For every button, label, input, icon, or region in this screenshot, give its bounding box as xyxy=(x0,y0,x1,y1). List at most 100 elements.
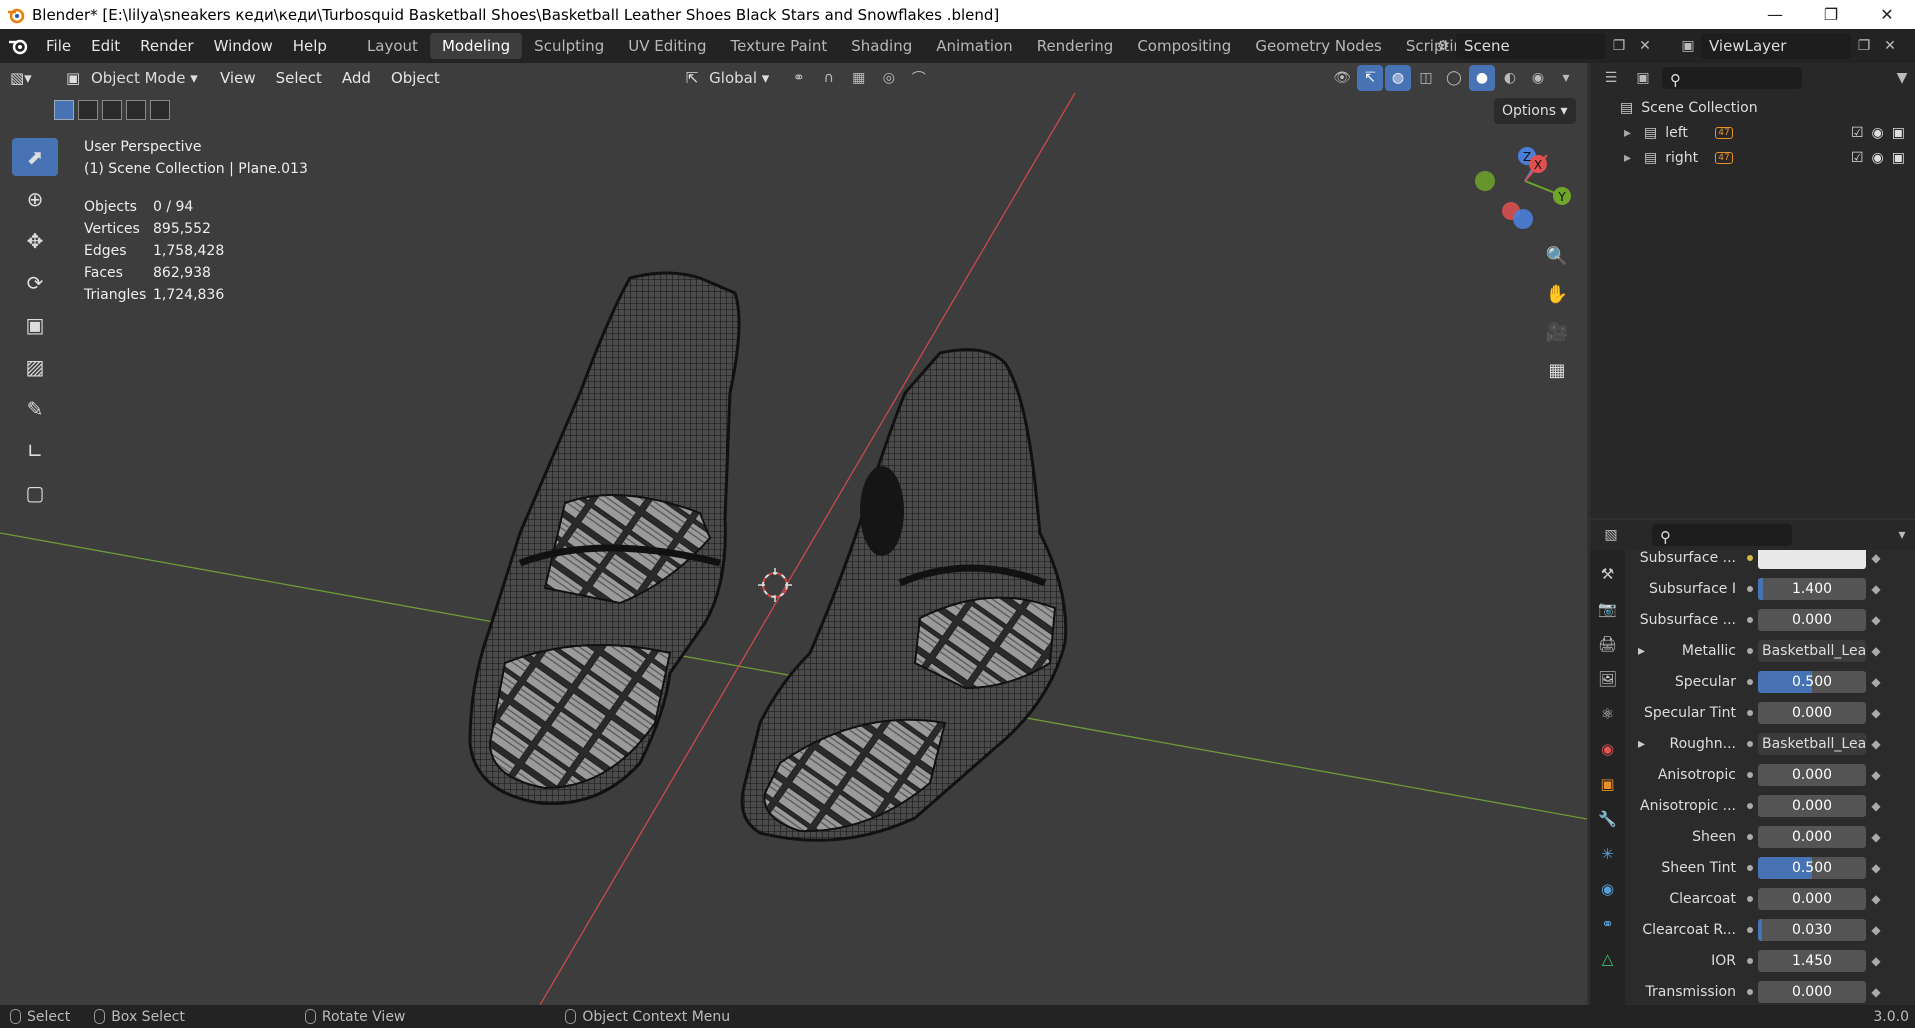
xray-icon[interactable]: ◫ xyxy=(1413,65,1439,91)
view-layer-tab-icon[interactable]: 🖼 xyxy=(1595,665,1621,693)
property-slider[interactable]: 0.030 xyxy=(1758,918,1866,941)
select-extend-icon[interactable] xyxy=(78,100,98,120)
display-mode-icon[interactable]: ▣ xyxy=(1630,65,1656,91)
annotate-tool-icon[interactable]: ✎ xyxy=(12,390,58,428)
keyframe-dot-icon[interactable] xyxy=(1742,864,1758,871)
particles-tab-icon[interactable]: ✳ xyxy=(1595,840,1621,868)
camera-icon[interactable]: ▣ xyxy=(1892,125,1905,141)
orientation-dropdown[interactable]: ⇱ Global ▾ xyxy=(686,69,782,87)
property-slider[interactable]: 0.000 xyxy=(1758,701,1866,724)
expand-arrow-icon[interactable]: ▸ xyxy=(1626,643,1645,659)
minimize-button[interactable]: — xyxy=(1747,0,1803,29)
eye-icon[interactable]: ◉ xyxy=(1872,150,1884,166)
scene-tab-icon[interactable]: ⚛ xyxy=(1595,700,1621,728)
eye-icon[interactable]: ◉ xyxy=(1872,125,1884,141)
keyframe-dot-icon[interactable] xyxy=(1742,895,1758,902)
animate-property-icon[interactable]: ◆ xyxy=(1866,892,1886,906)
outliner-item-left[interactable]: ▸ ▤ left 47 ☑ ◉ ▣ xyxy=(1590,120,1915,145)
left-shoe-mesh[interactable] xyxy=(468,271,741,805)
properties-search-input[interactable]: ⚲ xyxy=(1652,524,1792,546)
delete-scene-icon[interactable]: ✕ xyxy=(1632,33,1658,59)
tool-tab-icon[interactable]: ⚒ xyxy=(1595,560,1621,588)
scene-collection-row[interactable]: ▤ Scene Collection xyxy=(1590,95,1915,120)
scale-tool-icon[interactable]: ▣ xyxy=(12,306,58,344)
select-new-icon[interactable] xyxy=(54,100,74,120)
animate-property-icon[interactable]: ◆ xyxy=(1866,613,1886,627)
tab-rendering[interactable]: Rendering xyxy=(1025,33,1126,59)
shading-options-icon[interactable]: ▾ xyxy=(1553,65,1579,91)
render-tab-icon[interactable]: 📷 xyxy=(1595,595,1621,623)
keyframe-dot-icon[interactable] xyxy=(1742,988,1758,995)
editor-type-dropdown[interactable]: ▧▾ xyxy=(10,69,50,87)
add-cube-tool-icon[interactable]: ▢ xyxy=(12,474,58,512)
3d-viewport[interactable]: X Y Z ▧▾ ▣ Object Mode ▾ View Select Add Ob… xyxy=(0,63,1587,1005)
tab-texture-paint[interactable]: Texture Paint xyxy=(718,33,839,59)
options-dropdown[interactable]: Options ▾ xyxy=(1494,98,1576,124)
animate-property-icon[interactable]: ◆ xyxy=(1866,830,1886,844)
animate-property-icon[interactable]: ◆ xyxy=(1866,923,1886,937)
new-viewlayer-icon[interactable]: ❐ xyxy=(1851,33,1877,59)
viewport-menu-view[interactable]: View xyxy=(210,63,266,95)
visibility-icon[interactable]: 👁 xyxy=(1329,65,1355,91)
camera-view-icon[interactable]: 🎥 xyxy=(1542,318,1572,346)
animate-property-icon[interactable]: ◆ xyxy=(1866,799,1886,813)
overlay-toggle-icon[interactable]: ◍ xyxy=(1385,65,1411,91)
property-slider[interactable]: 1.450 xyxy=(1758,949,1866,972)
animate-property-icon[interactable]: ◆ xyxy=(1866,644,1886,658)
menu-file[interactable]: File xyxy=(36,29,81,63)
exclude-checkbox[interactable]: ☑ xyxy=(1851,150,1864,166)
menu-window[interactable]: Window xyxy=(204,29,283,63)
keyframe-dot-icon[interactable] xyxy=(1742,802,1758,809)
animate-property-icon[interactable]: ◆ xyxy=(1866,861,1886,875)
texture-link-field[interactable]: Basketball_Lea... xyxy=(1758,732,1866,755)
tab-compositing[interactable]: Compositing xyxy=(1125,33,1243,59)
material-shading-icon[interactable]: ◐ xyxy=(1497,65,1523,91)
menu-render[interactable]: Render xyxy=(130,29,203,63)
texture-link-field[interactable]: Basketball_Lea... xyxy=(1758,639,1866,662)
keyframe-dot-icon[interactable] xyxy=(1742,585,1758,592)
delete-viewlayer-icon[interactable]: ✕ xyxy=(1877,33,1903,59)
property-slider[interactable]: 0.000 xyxy=(1758,794,1866,817)
tab-layout[interactable]: Layout xyxy=(355,33,430,59)
viewport-menu-select[interactable]: Select xyxy=(266,63,332,95)
select-intersect-icon[interactable] xyxy=(150,100,170,120)
pan-hand-icon[interactable]: ✋ xyxy=(1542,280,1572,308)
viewport-menu-add[interactable]: Add xyxy=(332,63,381,95)
property-slider[interactable]: 0.000 xyxy=(1758,608,1866,631)
solid-shading-icon[interactable]: ● xyxy=(1469,65,1495,91)
animate-property-icon[interactable]: ◆ xyxy=(1866,737,1886,751)
pivot-point-icon[interactable]: ⚭ xyxy=(786,65,812,91)
select-box-tool-icon[interactable]: ⬈ xyxy=(12,138,58,176)
mode-dropdown[interactable]: ▣ Object Mode ▾ xyxy=(66,69,198,87)
menu-help[interactable]: Help xyxy=(283,29,337,63)
property-slider[interactable]: 0.000 xyxy=(1758,763,1866,786)
property-slider[interactable]: 0.500 xyxy=(1758,670,1866,693)
measure-tool-icon[interactable]: ∟ xyxy=(12,432,58,470)
object-tab-icon[interactable]: ▣ xyxy=(1595,770,1621,798)
expand-arrow-icon[interactable]: ▸ xyxy=(1626,736,1645,752)
world-tab-icon[interactable]: ◉ xyxy=(1595,735,1621,763)
tab-sculpting[interactable]: Sculpting xyxy=(522,33,616,59)
wireframe-shading-icon[interactable]: ◯ xyxy=(1441,65,1467,91)
tab-geometry-nodes[interactable]: Geometry Nodes xyxy=(1243,33,1394,59)
outliner-item-right[interactable]: ▸ ▤ right 47 ☑ ◉ ▣ xyxy=(1590,145,1915,170)
animate-property-icon[interactable]: ◆ xyxy=(1866,985,1886,999)
animate-property-icon[interactable]: ◆ xyxy=(1866,675,1886,689)
keyframe-dot-icon[interactable] xyxy=(1742,740,1758,747)
select-invert-icon[interactable] xyxy=(126,100,146,120)
new-scene-icon[interactable]: ❐ xyxy=(1606,33,1632,59)
expand-arrow-icon[interactable]: ▸ xyxy=(1624,125,1644,141)
proportional-edit-icon[interactable]: ◎ xyxy=(876,65,902,91)
tab-modeling[interactable]: Modeling xyxy=(429,33,523,59)
animate-property-icon[interactable]: ◆ xyxy=(1866,954,1886,968)
keyframe-dot-icon[interactable] xyxy=(1742,554,1758,561)
property-slider[interactable]: 0.000 xyxy=(1758,825,1866,848)
animate-property-icon[interactable]: ◆ xyxy=(1866,768,1886,782)
tab-shading[interactable]: Shading xyxy=(839,33,924,59)
modifier-tab-icon[interactable]: 🔧 xyxy=(1595,805,1621,833)
scene-name-field[interactable]: Scene xyxy=(1456,33,1606,59)
expand-arrow-icon[interactable]: ▸ xyxy=(1624,150,1644,166)
outliner-editor-icon[interactable]: ☰ xyxy=(1598,65,1624,91)
right-shoe-mesh[interactable] xyxy=(740,348,1068,842)
color-swatch[interactable] xyxy=(1758,550,1866,569)
